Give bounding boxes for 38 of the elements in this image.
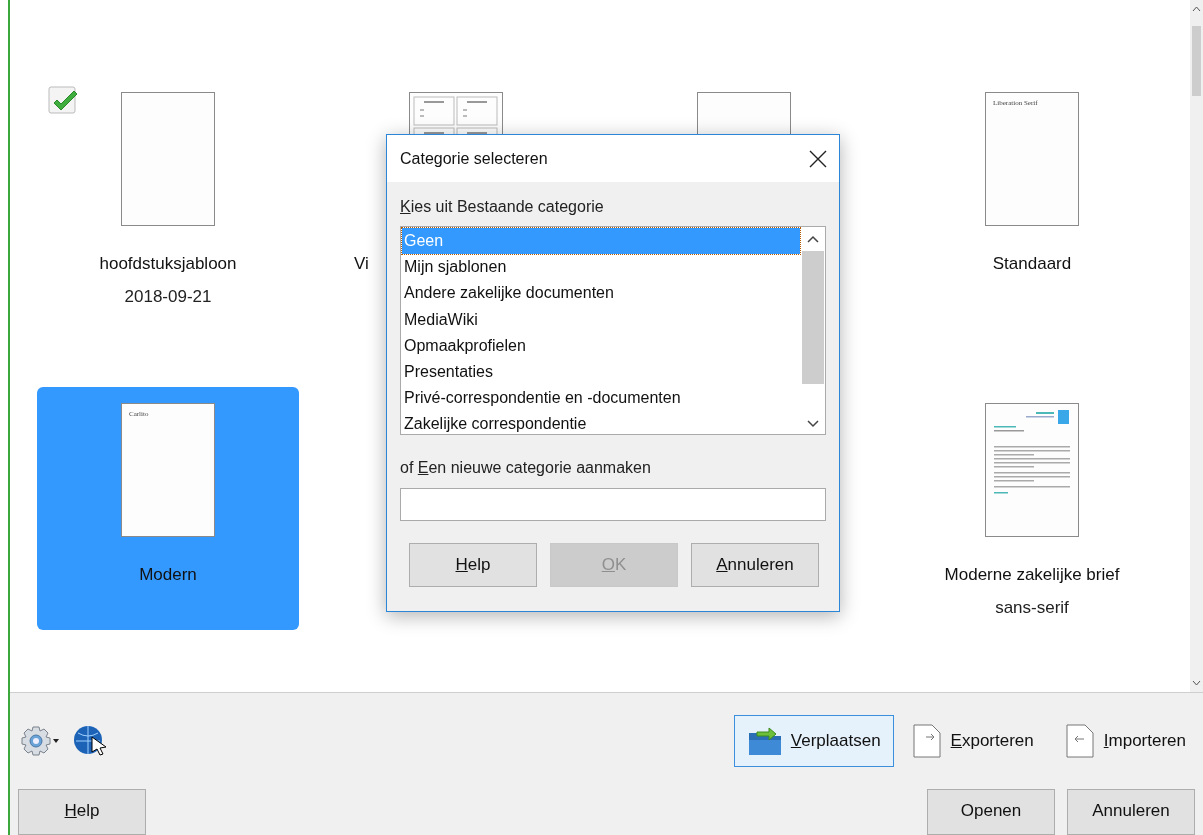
scroll-up-icon[interactable] bbox=[1192, 6, 1201, 12]
help-button[interactable]: Help bbox=[18, 789, 146, 835]
template-subtitle: sans-serif bbox=[995, 597, 1069, 619]
scroll-thumb[interactable] bbox=[802, 251, 824, 384]
dialog-button[interactable]: Help bbox=[409, 543, 537, 587]
category-item[interactable]: Privé-correspondentie en -documenten bbox=[402, 385, 800, 412]
scroll-down-icon[interactable] bbox=[807, 420, 819, 428]
category-item[interactable]: Opmaakprofielen bbox=[402, 332, 800, 359]
dialog-title: Categorie selecteren bbox=[400, 149, 548, 168]
dialog-button[interactable]: Annuleren bbox=[1067, 789, 1195, 835]
category-item[interactable]: MediaWiki bbox=[402, 306, 800, 333]
toolbar-button[interactable]: Verplaatsen bbox=[733, 715, 894, 767]
category-item[interactable]: Presentaties bbox=[402, 358, 800, 386]
dialog-button[interactable]: Openen bbox=[927, 789, 1055, 835]
import-page-icon bbox=[1063, 723, 1096, 759]
toolbar-button[interactable]: Importeren bbox=[1050, 715, 1199, 767]
export-page-icon bbox=[910, 723, 943, 759]
category-item[interactable]: Andere zakelijke documenten bbox=[402, 280, 800, 307]
list-label: Kies uit Bestaande categorie bbox=[400, 197, 605, 217]
dialog-button[interactable]: Annuleren bbox=[691, 543, 819, 587]
category-list[interactable]: Geen Mijn sjablonen Andere zakelijke documenten MediaWiki Opmaakprofielen Presentaties Privé-correspondentie en -documenten Zakelijke correspondentie bbox=[400, 226, 826, 435]
category-item[interactable]: Zakelijke correspondentie bbox=[402, 411, 800, 434]
scroll-down-icon[interactable] bbox=[1192, 680, 1201, 686]
template-name: Modern bbox=[139, 564, 197, 586]
scroll-thumb[interactable] bbox=[1192, 26, 1201, 96]
template-name: Moderne zakelijke brief bbox=[944, 564, 1120, 586]
template-name: Vi bbox=[353, 253, 369, 275]
new-category-label: of Een nieuwe categorie aanmaken bbox=[400, 458, 652, 478]
template-name: hoofdstuksjabloon bbox=[99, 253, 237, 275]
template-name: Standaard bbox=[992, 253, 1072, 275]
template-subtitle: 2018-09-21 bbox=[124, 286, 212, 308]
close-icon[interactable] bbox=[809, 149, 827, 168]
folder-arrow-icon bbox=[746, 725, 783, 757]
new-category-field[interactable] bbox=[400, 488, 826, 521]
category-item[interactable]: Mijn sjablonen bbox=[402, 254, 800, 281]
scrollbar[interactable] bbox=[1190, 0, 1203, 692]
scroll-up-icon[interactable] bbox=[807, 235, 819, 243]
toolbar-button[interactable]: Exporteren bbox=[897, 715, 1047, 767]
